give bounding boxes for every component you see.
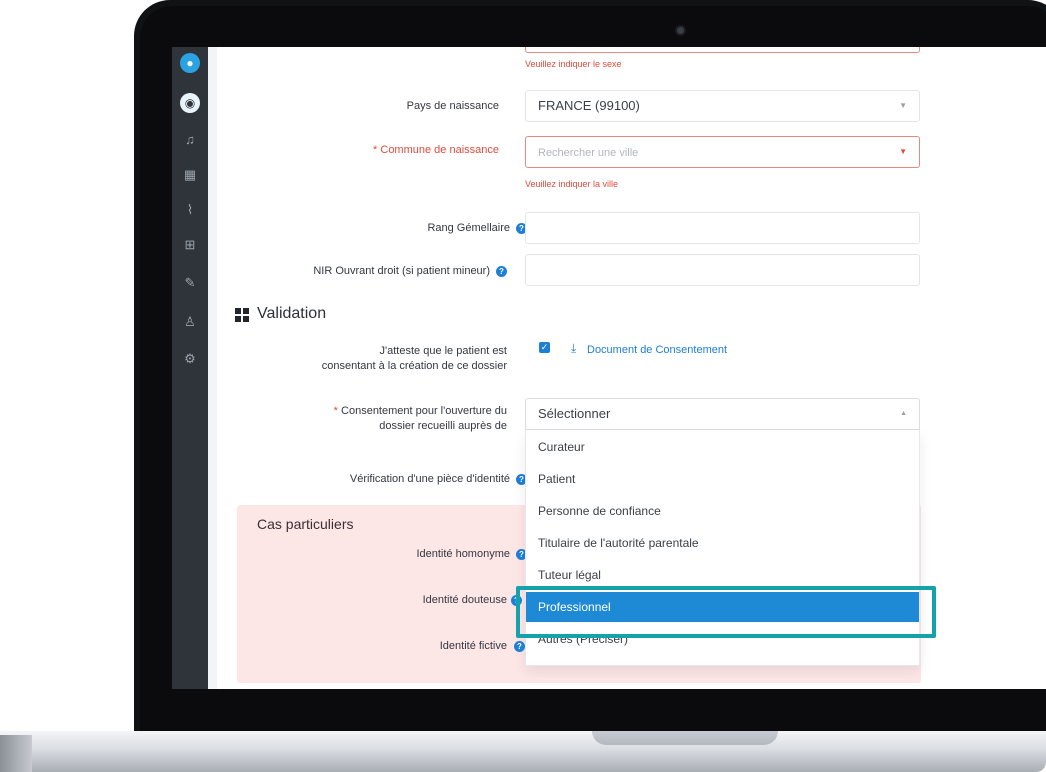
settings-icon[interactable]: ⚙: [180, 349, 200, 369]
sidebar: ● ◉ ♫ ▦ ⌇ ⊞ ✎ ♙ ⚙: [172, 47, 208, 689]
nir-input[interactable]: [525, 254, 920, 286]
laptop-notch: [592, 731, 778, 745]
rang-label-text: Rang Gémellaire: [427, 222, 510, 234]
option-curateur[interactable]: Curateur: [526, 432, 919, 462]
chart-icon[interactable]: ⌇: [180, 200, 200, 220]
commune-error: Veuillez indiquer la ville: [525, 179, 619, 189]
homonyme-label: Identité homonyme?: [317, 547, 527, 562]
person-icon[interactable]: ♙: [180, 312, 200, 332]
rang-input[interactable]: [525, 212, 920, 244]
consent-label-line2: dossier recueilli auprès de: [379, 420, 507, 432]
pays-select[interactable]: FRANCE (99100) ▼: [525, 90, 920, 122]
consent-label-line1: Consentement pour l'ouverture du: [341, 405, 507, 417]
rang-label: Rang Gémellaire?: [277, 221, 527, 236]
download-icon[interactable]: ⤓: [571, 341, 576, 356]
grid-icon: [235, 308, 250, 323]
cas-title: Cas particuliers: [257, 516, 354, 532]
verif-label-text: Vérification d'une pièce d'identité: [349, 473, 510, 485]
option-personne-confiance[interactable]: Personne de confiance: [526, 496, 919, 526]
douteuse-label: Identité douteuse: [422, 594, 507, 606]
consent-select[interactable]: Sélectionner ▲: [525, 398, 920, 430]
attest-label-line2: consentant à la création de ce dossier: [321, 360, 507, 372]
nir-label: NIR Ouvrant droit (si patient mineur)?: [237, 264, 507, 279]
help-icon[interactable]: ?: [496, 265, 507, 277]
consent-label: * Consentement pour l'ouverture du dossi…: [277, 404, 507, 434]
bell-icon[interactable]: ♫: [180, 130, 200, 150]
pays-label: Pays de naissance: [406, 100, 499, 112]
sexe-select[interactable]: [525, 47, 920, 53]
consent-document-link[interactable]: Document de Consentement: [587, 344, 727, 356]
attest-label: J'atteste que le patient est consentant …: [277, 344, 507, 374]
commune-select[interactable]: Rechercher une ville ▼: [525, 136, 920, 168]
option-patient[interactable]: Patient: [526, 464, 919, 494]
camera-icon: [677, 27, 684, 34]
consent-checkbox[interactable]: ✓: [539, 342, 550, 353]
required-mark: *: [333, 405, 338, 417]
option-titulaire-autorite[interactable]: Titulaire de l'autorité parentale: [526, 528, 919, 558]
fictive-label: Identité fictive: [439, 640, 507, 652]
chevron-down-icon: ▼: [899, 101, 907, 110]
user-icon[interactable]: ●: [180, 53, 200, 73]
nir-label-text: NIR Ouvrant droit (si patient mineur): [313, 265, 490, 277]
pays-value: FRANCE (99100): [538, 98, 640, 113]
validation-title: Validation: [257, 305, 327, 322]
chevron-down-icon: ▼: [899, 147, 907, 156]
help-icon[interactable]: ?: [514, 641, 525, 652]
commune-label-text: Commune de naissance: [380, 144, 499, 156]
calendar-icon[interactable]: ▦: [180, 165, 200, 185]
laptop-base: [0, 731, 1046, 772]
required-mark: *: [373, 144, 378, 156]
chevron-up-icon: ▲: [900, 410, 907, 417]
attest-label-line1: J'atteste que le patient est: [379, 345, 507, 357]
laptop-base-edge: [0, 735, 32, 772]
logo-icon[interactable]: ◉: [180, 93, 200, 113]
commune-placeholder: Rechercher une ville: [538, 147, 639, 159]
homonyme-label-text: Identité homonyme: [416, 548, 510, 560]
commune-label: * Commune de naissance: [277, 143, 499, 158]
verif-label: Vérification d'une pièce d'identité?: [277, 472, 527, 487]
sexe-error: Veuillez indiquer le sexe: [525, 59, 622, 69]
selection-highlight: [516, 586, 936, 638]
table-icon[interactable]: ⊞: [180, 235, 200, 255]
signature-icon[interactable]: ✎: [180, 273, 200, 293]
consent-select-value: Sélectionner: [538, 406, 611, 421]
